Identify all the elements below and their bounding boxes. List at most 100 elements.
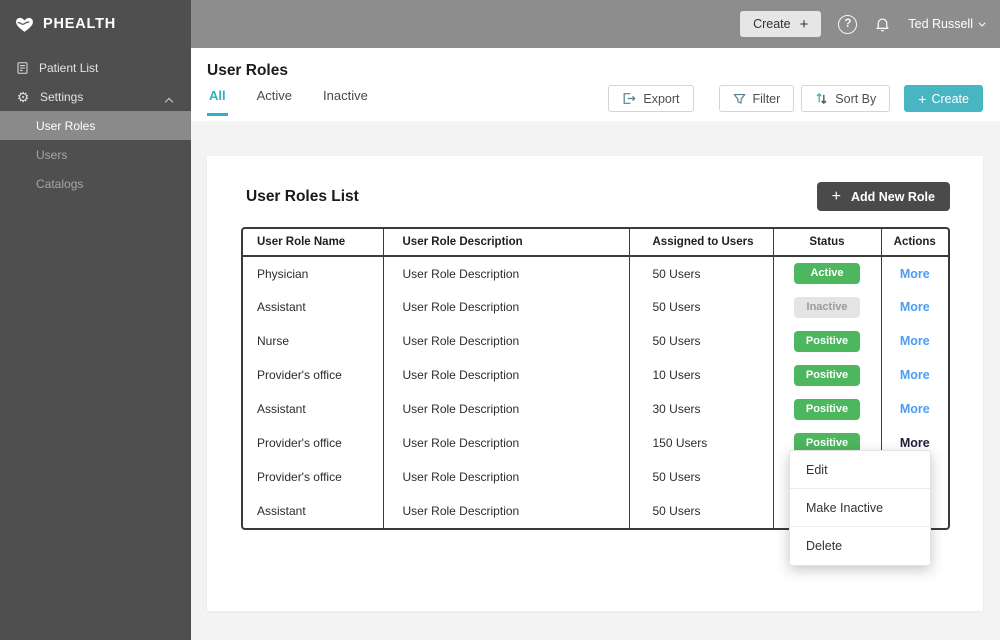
actions-cell: More [881, 324, 948, 358]
bell-icon[interactable] [874, 15, 891, 33]
chevron-down-icon [978, 19, 986, 27]
user-roles-card: User Roles List + Add New Role User Role… [207, 156, 983, 611]
main-area: Create + ? Ted Russell User Roles All Act… [191, 0, 1000, 640]
sidebar-item-label: Settings [40, 89, 84, 104]
add-new-role-button[interactable]: + Add New Role [816, 182, 950, 211]
role-name-cell: Assistant [243, 494, 384, 528]
role-description-cell: User Role Description [383, 324, 630, 358]
column-header-assigned-to-users: Assigned to Users [629, 229, 774, 257]
table-row: Provider's office User Role Description 10… [243, 358, 948, 392]
role-name-cell: Provider's office [243, 426, 384, 460]
help-icon[interactable]: ? [838, 14, 858, 34]
sidebar-item-users[interactable]: Users [0, 140, 191, 169]
role-name-cell: Provider's office [243, 460, 384, 494]
row-context-menu: Edit Make Inactive Delete [789, 450, 931, 566]
patient-list-icon [17, 61, 28, 74]
gear-icon: ⚙ [16, 88, 30, 105]
role-description-cell: User Role Description [383, 392, 630, 426]
role-description-cell: User Role Description [383, 426, 630, 460]
chevron-up-icon [164, 94, 174, 108]
user-name: Ted Russell [908, 17, 973, 31]
assigned-users-cell: 10 Users [629, 358, 774, 392]
sidebar-settings-children: User Roles Users Catalogs [0, 111, 191, 198]
column-header-user-role-name: User Role Name [243, 229, 384, 257]
add-new-role-label: Add New Role [850, 189, 935, 204]
brand-logo: PHEALTH [0, 0, 191, 48]
content-area: User Roles List + Add New Role User Role… [191, 121, 1000, 640]
plus-icon: + [918, 90, 927, 107]
more-button[interactable]: More [900, 436, 930, 450]
column-header-user-role-description: User Role Description [383, 229, 630, 257]
status-cell: Inactive [773, 290, 882, 324]
sidebar-nav: Patient List ⚙ Settings User Roles Users C… [0, 53, 191, 198]
toolbar: Export Filter Sort By + Create [608, 84, 983, 116]
table-row: Assistant User Role Description 50 Users In… [243, 290, 948, 324]
sidebar-item-catalogs[interactable]: Catalogs [0, 169, 191, 198]
sidebar-item-user-roles[interactable]: User Roles [0, 111, 191, 140]
header-row: All Active Inactive Export Filter Sort B… [207, 84, 983, 116]
more-button[interactable]: More [900, 334, 930, 348]
role-description-cell: User Role Description [383, 256, 630, 290]
more-button[interactable]: More [900, 267, 930, 281]
table-row: Nurse User Role Description 50 Users Positi… [243, 324, 948, 358]
status-cell: Active [773, 256, 882, 290]
filter-label: Filter [752, 91, 781, 106]
status-badge: Inactive [794, 296, 860, 318]
heart-logo-icon [16, 17, 33, 32]
card-header: User Roles List + Add New Role [207, 156, 983, 211]
user-menu[interactable]: Ted Russell [908, 17, 986, 31]
filter-icon [733, 93, 745, 104]
help-glyph: ? [844, 18, 852, 30]
role-name-cell: Assistant [243, 290, 384, 324]
role-description-cell: User Role Description [383, 358, 630, 392]
sort-icon [816, 92, 827, 105]
table-header-row: User Role Name User Role Description Assig… [243, 229, 948, 257]
tab-active[interactable]: Active [255, 84, 294, 116]
assigned-users-cell: 30 Users [629, 392, 774, 426]
assigned-users-cell: 50 Users [629, 460, 774, 494]
more-button[interactable]: More [900, 368, 930, 382]
sort-by-button[interactable]: Sort By [801, 85, 891, 112]
column-header-status: Status [773, 229, 882, 257]
sort-by-label: Sort By [835, 91, 877, 106]
status-badge: Active [794, 263, 860, 284]
more-button[interactable]: More [900, 300, 930, 314]
tab-all[interactable]: All [207, 84, 228, 116]
sidebar-item-label: Patient List [39, 60, 99, 75]
tab-bar: All Active Inactive [207, 84, 370, 116]
status-badge: Positive [794, 364, 860, 386]
actions-cell: More [881, 392, 948, 426]
status-cell: Positive [773, 358, 882, 392]
sidebar-item-patient-list[interactable]: Patient List [0, 53, 191, 82]
topbar-create-button[interactable]: Create + [740, 11, 822, 37]
plus-icon: + [799, 15, 809, 33]
actions-cell: More [881, 290, 948, 324]
role-name-cell: Nurse [243, 324, 384, 358]
menu-item-make-inactive[interactable]: Make Inactive [790, 489, 930, 527]
topbar: Create + ? Ted Russell [191, 0, 1000, 48]
status-cell: Positive [773, 392, 882, 426]
menu-item-edit[interactable]: Edit [790, 451, 930, 489]
sidebar-item-settings[interactable]: ⚙ Settings [0, 82, 191, 111]
table-row: Physician User Role Description 50 Users Ac… [243, 256, 948, 290]
assigned-users-cell: 50 Users [629, 324, 774, 358]
page-title: User Roles [207, 62, 288, 79]
create-label: Create [931, 91, 969, 106]
role-name-cell: Assistant [243, 392, 384, 426]
brand-name: PHEALTH [43, 16, 116, 32]
more-button[interactable]: More [900, 402, 930, 416]
column-header-actions: Actions [881, 229, 948, 257]
assigned-users-cell: 150 Users [629, 426, 774, 460]
card-title: User Roles List [246, 187, 359, 205]
tab-inactive[interactable]: Inactive [321, 84, 370, 116]
sidebar: PHEALTH Patient List ⚙ Settings User Rol… [0, 0, 191, 640]
assigned-users-cell: 50 Users [629, 494, 774, 528]
menu-item-delete[interactable]: Delete [790, 527, 930, 565]
create-button[interactable]: + Create [904, 85, 983, 112]
export-button[interactable]: Export [608, 85, 694, 112]
role-description-cell: User Role Description [383, 290, 630, 324]
filter-button[interactable]: Filter [718, 85, 795, 112]
assigned-users-cell: 50 Users [629, 256, 774, 290]
role-name-cell: Physician [243, 256, 384, 290]
plus-icon: + [831, 187, 841, 205]
